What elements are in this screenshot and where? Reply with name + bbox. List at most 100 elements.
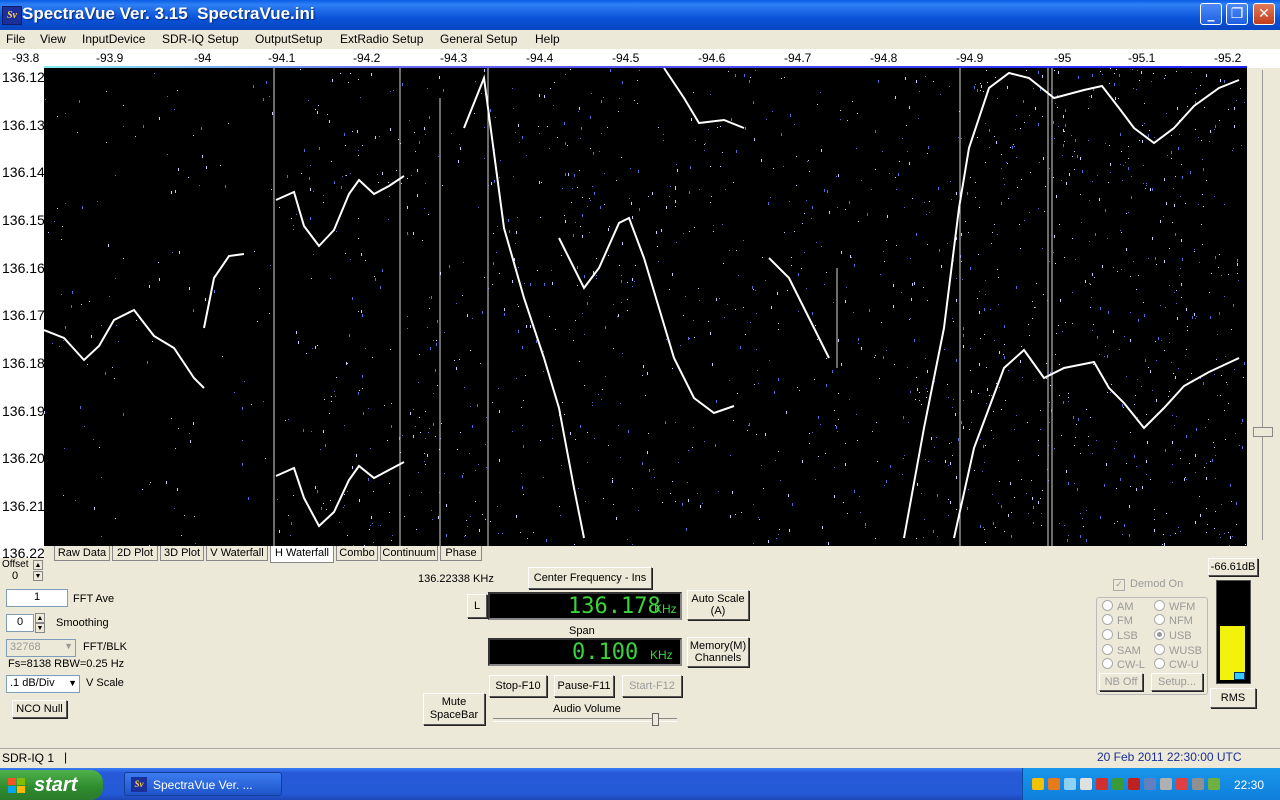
y-tick-label: 136.14: [2, 164, 44, 180]
radio-dot: [1102, 644, 1113, 655]
center-frequency-value: 136.178: [568, 594, 661, 619]
tray-icon[interactable]: [1192, 778, 1204, 790]
start-button[interactable]: start: [0, 770, 103, 800]
y-tick-label: 136.15: [2, 212, 44, 228]
radio-am[interactable]: AM: [1102, 600, 1134, 613]
radio-label: USB: [1169, 630, 1192, 642]
network-icon[interactable]: [1144, 778, 1156, 790]
tray-icon[interactable]: [1096, 778, 1108, 790]
smoothing-up-button[interactable]: ▲: [35, 613, 45, 623]
radio-wfm[interactable]: WFM: [1154, 600, 1195, 613]
tab-2d-plot[interactable]: 2D Plot: [112, 546, 158, 561]
menu-help[interactable]: Help: [535, 32, 560, 46]
radio-wusb[interactable]: WUSB: [1154, 644, 1202, 657]
app-logo-icon: Sv: [2, 6, 22, 25]
fft-blk-value: 32768: [10, 641, 41, 653]
waterfall-traces: [44, 68, 1246, 546]
freq-tick-label: -94.1: [268, 51, 296, 65]
memory-channels-button[interactable]: Memory(M) Channels: [687, 637, 749, 667]
menu-output-setup[interactable]: OutputSetup: [255, 32, 322, 46]
freq-tick-label: -94.3: [440, 51, 468, 65]
auto-scale-button[interactable]: Auto Scale (A): [687, 590, 749, 620]
radio-label: CW-L: [1117, 659, 1145, 671]
status-bar: [0, 748, 1280, 769]
speaker-icon[interactable]: [1080, 778, 1092, 790]
start-label: start: [34, 774, 78, 796]
radio-cw-l[interactable]: CW-L: [1102, 658, 1145, 671]
audio-volume-track[interactable]: [493, 718, 677, 722]
waterfall-display[interactable]: [44, 68, 1247, 546]
fft-blk-label: FFT/BLK: [83, 641, 128, 653]
radio-fm[interactable]: FM: [1102, 614, 1133, 627]
menu-sdr-iq-setup[interactable]: SDR-IQ Setup: [162, 32, 239, 46]
center-frequency-button[interactable]: Center Frequency - Ins: [528, 567, 652, 589]
radio-lsb[interactable]: LSB: [1102, 629, 1138, 642]
rms-button[interactable]: RMS: [1210, 688, 1256, 708]
freq-tick-label: -93.8: [12, 51, 40, 65]
vertical-scroll-area: [1247, 68, 1280, 546]
tray-icon[interactable]: [1064, 778, 1076, 790]
radio-cw-u[interactable]: CW-U: [1154, 658, 1199, 671]
mute-button[interactable]: Mute SpaceBar: [423, 693, 485, 725]
fft-blk-select[interactable]: 32768 ▼: [6, 639, 76, 657]
maximize-button[interactable]: ❐: [1226, 3, 1248, 25]
span-label: Span: [569, 625, 595, 637]
span-display[interactable]: 0.100 KHz: [488, 638, 682, 666]
menu-view[interactable]: View: [40, 32, 66, 46]
radio-nfm[interactable]: NFM: [1154, 614, 1193, 627]
tab-continuum[interactable]: Continuum: [380, 546, 438, 561]
center-frequency-unit: KHz: [654, 602, 677, 616]
radio-label: SAM: [1117, 645, 1141, 657]
tray-icon[interactable]: [1128, 778, 1140, 790]
tray-icon[interactable]: [1208, 778, 1220, 790]
demod-checkbox[interactable]: ✓: [1113, 579, 1125, 591]
fft-ave-input[interactable]: 1: [6, 589, 68, 607]
radio-dot: [1102, 629, 1113, 640]
vscale-select[interactable]: .1 dB/Div ▼: [6, 675, 80, 693]
vscale-label: V Scale: [86, 677, 124, 689]
center-frequency-display[interactable]: 136.178 KHz: [488, 592, 682, 620]
stop-button[interactable]: Stop-F10: [489, 675, 547, 697]
tab-combo[interactable]: Combo: [336, 546, 378, 561]
tray-icon[interactable]: [1032, 778, 1044, 790]
close-button[interactable]: ✕: [1253, 3, 1275, 25]
menu-extradio-setup[interactable]: ExtRadio Setup: [340, 32, 423, 46]
menu-file[interactable]: File: [6, 32, 25, 46]
offset-down-button[interactable]: ▼: [33, 571, 43, 581]
radio-label: LSB: [1117, 630, 1138, 642]
tray-icon[interactable]: [1176, 778, 1188, 790]
smoothing-input[interactable]: 0: [6, 614, 34, 632]
taskbar-item-spectravue[interactable]: Sv SpectraVue Ver. ...: [124, 772, 282, 796]
tab-3d-plot[interactable]: 3D Plot: [160, 546, 204, 561]
tab-phase[interactable]: Phase: [440, 546, 482, 561]
demod-setup-button[interactable]: Setup...: [1151, 673, 1203, 691]
smoothing-down-button[interactable]: ▼: [35, 623, 45, 633]
pause-button[interactable]: Pause-F11: [554, 675, 614, 697]
audio-volume-label: Audio Volume: [553, 703, 621, 715]
y-tick-label: 136.21: [2, 498, 44, 514]
tab-v-waterfall[interactable]: V Waterfall: [206, 546, 268, 561]
freq-tick-label: -94.7: [784, 51, 812, 65]
radio-usb[interactable]: USB: [1154, 629, 1192, 642]
tray-icon[interactable]: [1112, 778, 1124, 790]
tray-icon[interactable]: [1048, 778, 1060, 790]
nco-null-button[interactable]: NCO Null: [12, 700, 67, 718]
nb-off-button[interactable]: NB Off: [1099, 673, 1143, 691]
offset-up-button[interactable]: ▲: [33, 560, 43, 570]
tray-icon[interactable]: [1160, 778, 1172, 790]
radio-sam[interactable]: SAM: [1102, 644, 1141, 657]
menu-input-device[interactable]: InputDevice: [82, 32, 145, 46]
start-capture-button[interactable]: Start-F12: [622, 675, 682, 697]
signal-traces: [44, 68, 1240, 539]
l-button[interactable]: L: [467, 594, 487, 618]
menu-general-setup[interactable]: General Setup: [440, 32, 517, 46]
y-tick-label: 136.20: [2, 450, 44, 466]
minimize-button[interactable]: _: [1200, 3, 1222, 25]
audio-volume-thumb[interactable]: [651, 713, 659, 726]
demod-on-label: Demod On: [1130, 578, 1184, 590]
tab-h-waterfall[interactable]: H Waterfall: [270, 546, 334, 563]
tab-raw-data[interactable]: Raw Data: [54, 546, 110, 561]
scroll-thumb[interactable]: [1253, 427, 1273, 437]
chevron-down-icon: ▼: [64, 641, 73, 651]
radio-dot: [1154, 644, 1165, 655]
